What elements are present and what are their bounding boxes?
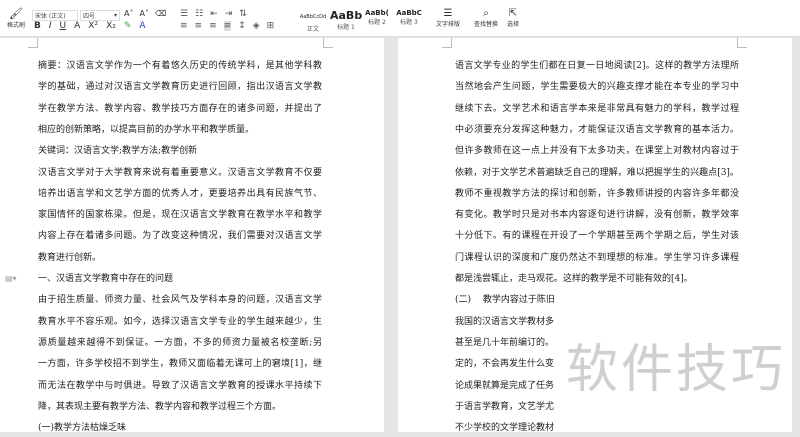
- text-line: 教师不重视教学方法的探讨和创新，许多教师讲授的内容许多年都没: [455, 188, 739, 199]
- text-line: 依赖，对于文学艺术普遍缺乏自己的理解，难以把握学生的兴趣点[3]。: [455, 167, 739, 178]
- text-line: 于语言学教育，文艺学尤: [455, 401, 555, 412]
- text-line: 不少学校的文学理论教材: [455, 423, 555, 434]
- text-line: (一)教学方法枯燥乏味: [38, 423, 127, 434]
- text-line: 教育水平不容乐观。如今，选择汉语言文学专业的学生越来越少，生: [38, 316, 322, 327]
- margin-corner: [737, 38, 747, 48]
- paragraph-tools-top: ☰ ☷ ⇤ ⇥ ⇅: [180, 9, 247, 19]
- style-heading-3[interactable]: AaBbC 标题 3: [394, 9, 424, 33]
- font-size-select[interactable]: 四号 ▾: [80, 10, 120, 21]
- text-line: 汉语言文学对于大学教育来说有着重要意义。汉语言文学教育不仅要: [38, 167, 322, 178]
- text-line: 学在教学方法、教学内容、教学技巧方面存在的诸多问题，并提出了: [38, 103, 322, 114]
- text-line: 而无法在教学中与时俱进。导致了汉语言文学教育的授课水平持续下: [38, 380, 322, 391]
- text-line: (二) 教学内容过于陈旧: [455, 295, 555, 306]
- text-layout-button[interactable]: ☰ 文字排版: [430, 8, 466, 28]
- text-line: 家国情怀的国家栋梁。但是，现在汉语言文学教育在教学水平和教学: [38, 210, 322, 221]
- text-line: 我国的汉语言文学教材多: [455, 316, 555, 327]
- search-icon: ⌕: [483, 8, 489, 19]
- watermark: 软件技巧: [566, 340, 787, 400]
- text-line: 语言文学专业的学生们都在日复一日地阅读[2]。这样的教学方法理所: [455, 61, 739, 71]
- line-spacing-icon[interactable]: ↕: [238, 21, 246, 31]
- indent-icon[interactable]: ⇤: [210, 9, 218, 19]
- margin-corner: [323, 38, 333, 48]
- shrink-font-icon[interactable]: A˅: [139, 9, 148, 18]
- paragraph-tools-bottom: ≡ ≡ ≡ ≡ ↕ ◈ ⊞: [180, 21, 274, 31]
- select-button[interactable]: ⇱ 选择: [502, 8, 524, 28]
- menu-tabs: [0, 0, 800, 3]
- highlight-icon[interactable]: ✎: [124, 21, 132, 31]
- text-line: 学的基础，通过对汉语言文学教育历史进行回顾，指出汉语言文学教: [38, 82, 322, 93]
- align-right-icon[interactable]: ≡: [209, 21, 217, 31]
- align-left-icon[interactable]: ≡: [180, 21, 188, 31]
- text-line: 相应的创新策略，以提高目前的办学水平和教学质量。: [38, 124, 255, 135]
- numbered-list-icon[interactable]: ☷: [195, 9, 203, 19]
- outdent-icon[interactable]: ⇥: [225, 9, 233, 19]
- text-line: 摘要：汉语言文学作为一个有着悠久历史的传统学科，是其他学科教: [38, 61, 322, 71]
- subscript-button[interactable]: X₂: [106, 21, 116, 31]
- text-line: 都是浅尝辄止，走马观花。这样的教学是不可能有效的[4]。: [455, 274, 693, 284]
- text-line: 但许多教师在这一点上并没有下太多功夫，在课堂上对教材内容过于: [455, 146, 739, 157]
- align-center-icon[interactable]: ≡: [195, 21, 203, 31]
- justify-icon[interactable]: ≡: [223, 21, 232, 31]
- margin-corner: [442, 38, 452, 48]
- style-heading-1[interactable]: AaBb 标题 1: [330, 9, 362, 33]
- text-line: 一、汉语言文学教育中存在的问题: [38, 274, 174, 284]
- text-line: 培养出语言学和文艺学方面的优秀人才，更要培养出具有民族气节、: [38, 188, 322, 199]
- italic-button[interactable]: I: [49, 21, 52, 31]
- text-line: 继续下去。文学艺术和语言学本来是非常具有魅力的学科，教学过程: [455, 103, 739, 114]
- text-line: 中必须要充分发挥这种魅力，才能保证汉语言文学教育的基本活力。: [455, 124, 739, 135]
- format-painter-button[interactable]: 🖌 格式刷: [4, 7, 28, 29]
- grow-font-icon[interactable]: A˄: [124, 9, 133, 18]
- text-line: 关键词：汉语言文学;教学方法;教学创新: [38, 146, 198, 157]
- text-line: 十分低下。有的课程在开设了一个学期甚至两个学期之后，学生对该: [455, 231, 739, 242]
- document-page-left[interactable]: ▤▾ 摘要：汉语言文学作为一个有着悠久历史的传统学科，是其他学科教 学的基础，通过…: [0, 38, 384, 433]
- text-line: 源质量越来越得不到保证。一方面，不多的师资力量被名校垄断;另: [38, 337, 322, 348]
- style-heading-2[interactable]: AaBb(标题 2: [362, 9, 392, 33]
- strikethrough-button[interactable]: A: [74, 21, 80, 31]
- underline-button[interactable]: U: [60, 21, 67, 31]
- margin-corner: [28, 38, 38, 48]
- text-line: 论成果就算是完成了任务: [455, 380, 555, 391]
- text-line: 门课程认识的深度和广度仍然达不到理想的标准。学生学习许多课程: [455, 252, 739, 263]
- text-line: 降，其表现主要有教学方法、教学内容和教学过程三个方面。: [38, 401, 282, 412]
- text-line: 有变化。教学时只是对书本内容逐句进行讲解，没有创新，教学效率: [455, 210, 739, 221]
- superscript-button[interactable]: X²: [88, 21, 98, 31]
- font-tools: A˄ A˅ ⌫: [124, 9, 166, 18]
- text-layout-icon: ☰: [443, 8, 453, 19]
- sort-icon[interactable]: ⇅: [239, 9, 247, 19]
- border-icon[interactable]: ⊞: [267, 21, 275, 31]
- font-color-icon[interactable]: A: [139, 21, 145, 31]
- paragraph-menu-icon[interactable]: ▤▾: [5, 274, 17, 283]
- cursor-icon: ⇱: [508, 8, 518, 19]
- shading-icon[interactable]: ◈: [253, 21, 260, 31]
- find-replace-button[interactable]: ⌕ 查找替换: [468, 8, 504, 28]
- clear-format-icon[interactable]: ⌫: [155, 9, 166, 18]
- ribbon-toolbar: 🖌 格式刷 宋体 (正文) 四号 ▾ A˄ A˅ ⌫ B I U A X² X₂ ✎ …: [0, 0, 800, 37]
- text-line: 当然地会产生问题，学生需要极大的兴趣支撑才能在本专业的学习中: [455, 82, 739, 93]
- format-buttons: B I U A X² X₂ ✎ A: [34, 21, 146, 31]
- text-line: 教育进行创新。: [38, 252, 102, 263]
- text-line: 甚至是几十年前编订的。: [455, 337, 555, 348]
- style-normal[interactable]: AaBbCcDd 正文: [298, 9, 328, 33]
- text-line: 定的，不会再发生什么变: [455, 359, 555, 370]
- bullet-list-icon[interactable]: ☰: [180, 9, 188, 19]
- brush-icon: 🖌: [9, 7, 23, 20]
- text-line: 一方面，许多学校招不到学生，教师又面临着无课可上的窘境[1]，继: [38, 359, 322, 370]
- chevron-down-icon: ▾: [113, 12, 117, 19]
- text-line: 由于招生质量、师资力量、社会风气及学科本身的问题，汉语言文学: [38, 295, 322, 306]
- bold-button[interactable]: B: [34, 21, 41, 31]
- text-line: 内容上存在着诸多问题。为了改变这种情况，我们需要对汉语言文学: [38, 231, 322, 242]
- font-name-select[interactable]: 宋体 (正文): [32, 10, 78, 21]
